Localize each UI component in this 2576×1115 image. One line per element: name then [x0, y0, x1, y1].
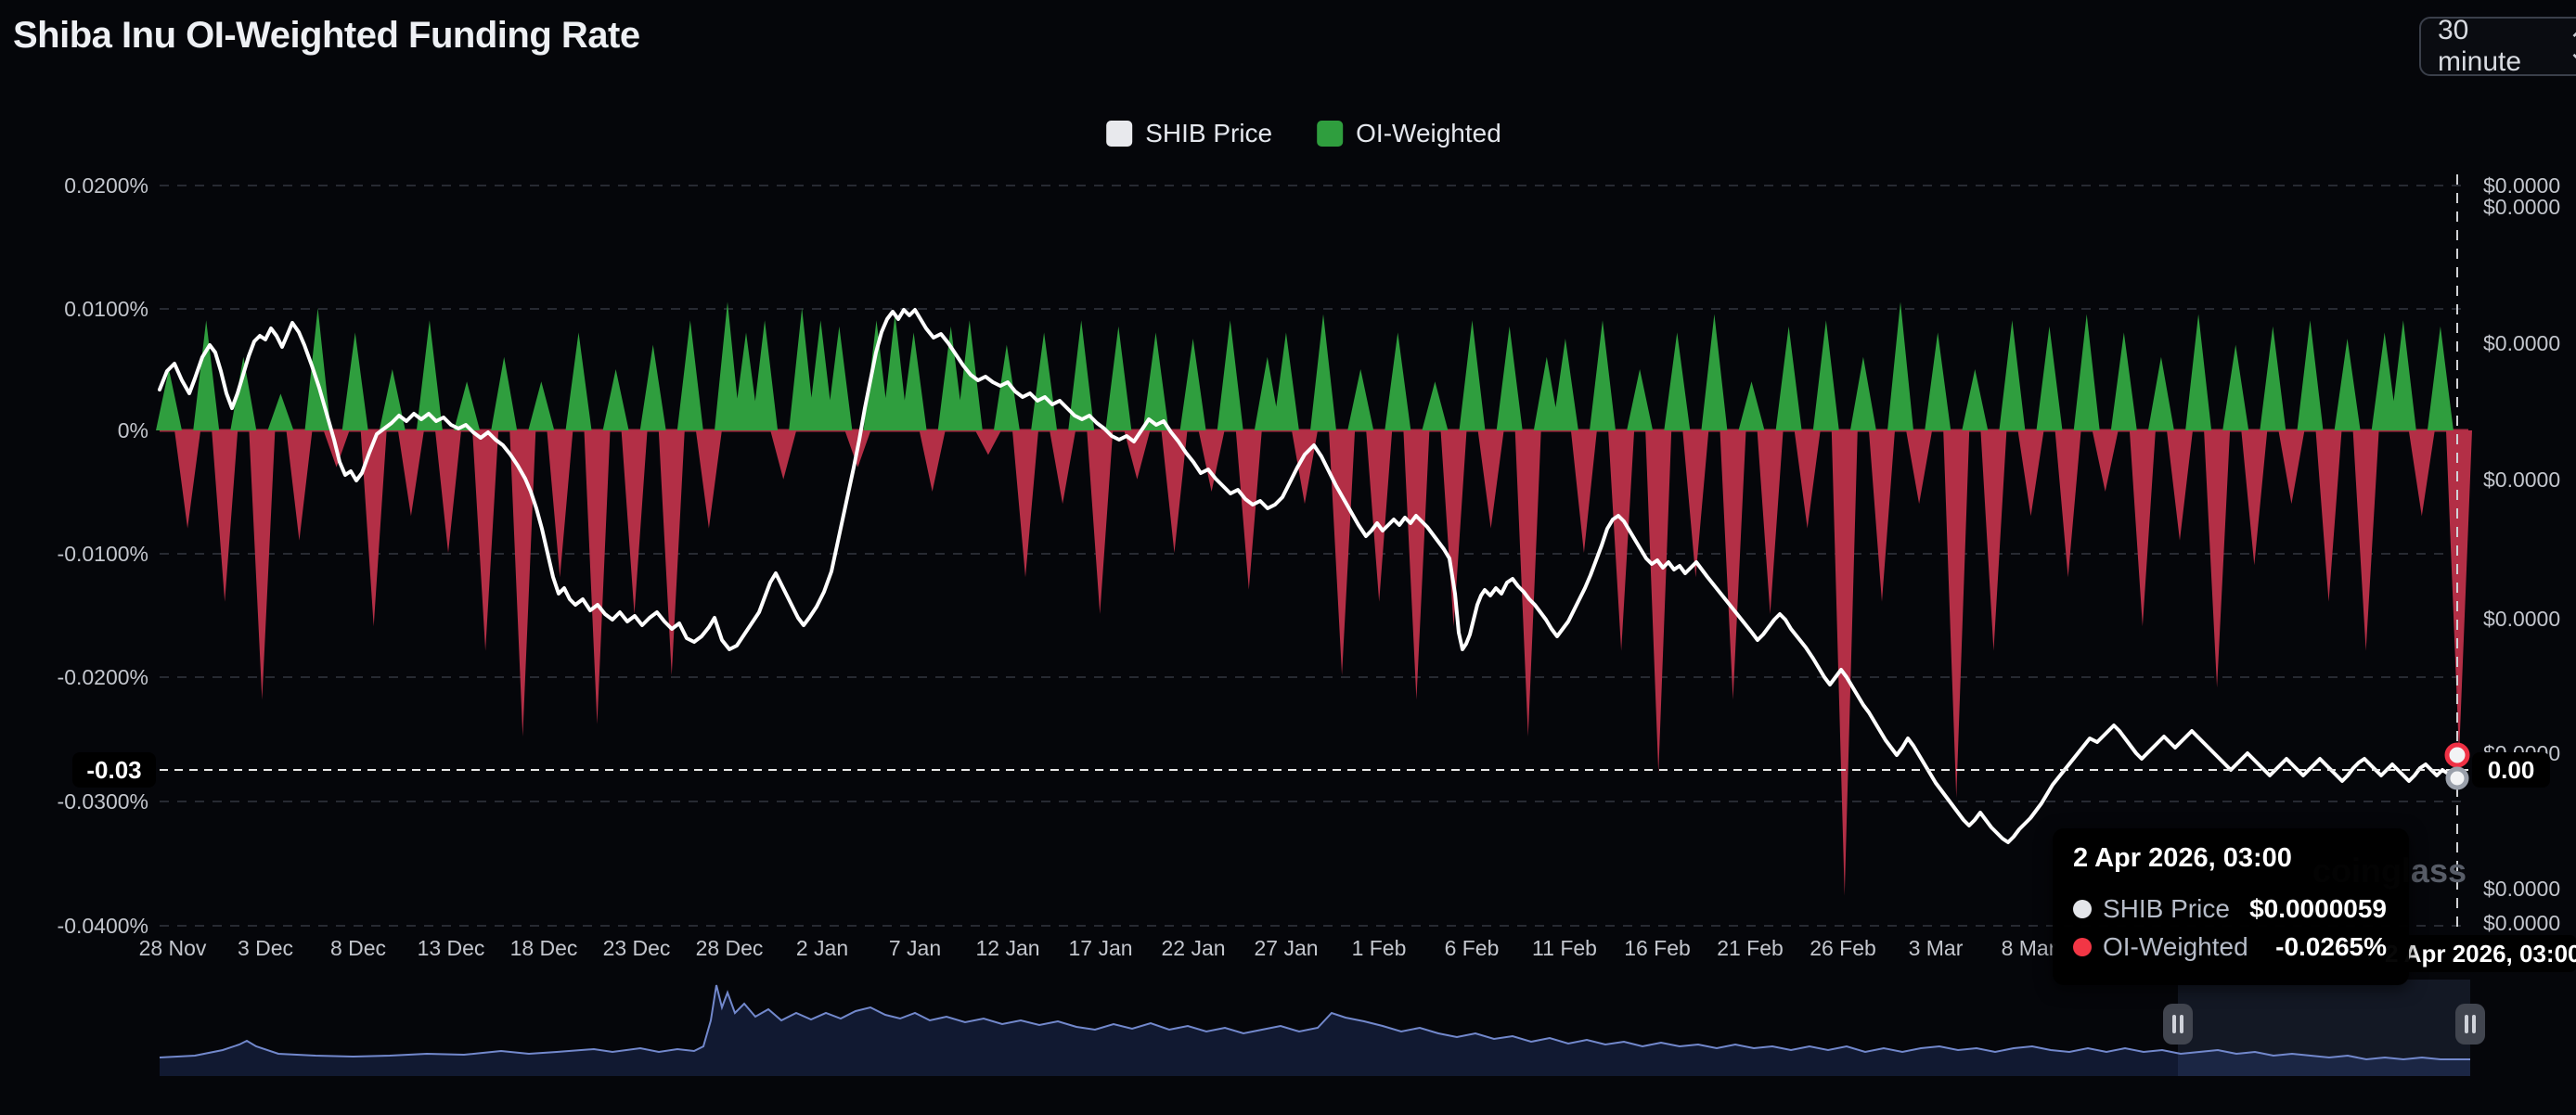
y-axis-right-label: $0.0000 [2483, 877, 2560, 901]
pause-bars-icon [2172, 1015, 2176, 1033]
shib-price-dot-icon [2073, 900, 2092, 918]
x-axis-label: 27 Jan [1254, 936, 1318, 960]
reference-right-label: 0.00 [2488, 756, 2535, 784]
oi-weighted-dot-icon [2073, 938, 2092, 956]
y-axis-right-label: $0.0000 [2483, 607, 2560, 631]
y-axis-right-label: $0.0000 [2483, 331, 2560, 355]
crosshair-date-label: 2 Apr 2026, 03:00 [2385, 940, 2576, 968]
y-axis-left-label: 0.0100% [64, 297, 148, 321]
x-axis-label: 17 Jan [1068, 936, 1132, 960]
y-axis-left-label: -0.0200% [58, 665, 148, 689]
x-axis-label: 12 Jan [975, 936, 1039, 960]
x-axis-label: 21 Feb [1717, 936, 1784, 960]
funding-area-negative [174, 430, 2472, 896]
y-axis-left-label: 0% [118, 418, 148, 442]
x-axis-label: 18 Dec [510, 936, 578, 960]
navigator-right-handle[interactable] [2455, 1004, 2485, 1045]
y-axis-left-label: 0.0200% [64, 173, 148, 198]
y-axis-right-label: $0.0000 [2483, 911, 2560, 935]
pause-bars-icon [2180, 1015, 2183, 1033]
y-axis-left-label: -0.0400% [58, 914, 148, 938]
tooltip-date: 2 Apr 2026, 03:00 [2073, 843, 2387, 874]
navigator-area[interactable] [160, 985, 2470, 1076]
x-axis-label: 3 Dec [238, 936, 293, 960]
x-axis-label: 28 Dec [696, 936, 764, 960]
navigator-left-handle[interactable] [2163, 1004, 2193, 1045]
x-axis-label: 3 Mar [1909, 936, 1964, 960]
chart-tooltip: 2 Apr 2026, 03:00 SHIB Price $0.0000059 … [2053, 828, 2409, 985]
reference-left-label: -0.03 [86, 756, 141, 784]
x-axis-label: 13 Dec [418, 936, 485, 960]
y-axis-right-label: $0.0000 [2483, 468, 2560, 492]
x-axis-label: 28 Nov [139, 936, 207, 960]
x-axis-label: 23 Dec [603, 936, 671, 960]
x-axis-label: 6 Feb [1445, 936, 1500, 960]
pause-bars-icon [2465, 1015, 2468, 1033]
x-axis-label: 16 Feb [1624, 936, 1691, 960]
x-axis-label: 8 Dec [330, 936, 386, 960]
x-axis-label: 8 Mar [2002, 936, 2056, 960]
y-axis-left-label: -0.0300% [58, 789, 148, 814]
pause-bars-icon [2472, 1015, 2476, 1033]
funding-rate-page: { "header": { "title": "Shiba Inu OI-Wei… [0, 0, 2576, 1115]
y-axis-right-label: $0.0000 [2483, 195, 2560, 219]
oi-weighted-marker [2447, 745, 2467, 765]
x-axis-label: 2 Jan [796, 936, 848, 960]
x-axis-label: 22 Jan [1161, 936, 1225, 960]
x-axis-label: 7 Jan [889, 936, 941, 960]
tooltip-row-oi: OI-Weighted -0.0265% [2073, 932, 2387, 962]
tooltip-row-shib: SHIB Price $0.0000059 [2073, 894, 2387, 924]
x-axis-label: 11 Feb [1532, 936, 1597, 960]
y-axis-left-label: -0.0100% [58, 542, 148, 566]
x-axis-label: 26 Feb [1810, 936, 1876, 960]
x-axis-label: 1 Feb [1352, 936, 1407, 960]
funding-area-positive [156, 301, 2454, 430]
shib-price-marker [2448, 769, 2467, 788]
